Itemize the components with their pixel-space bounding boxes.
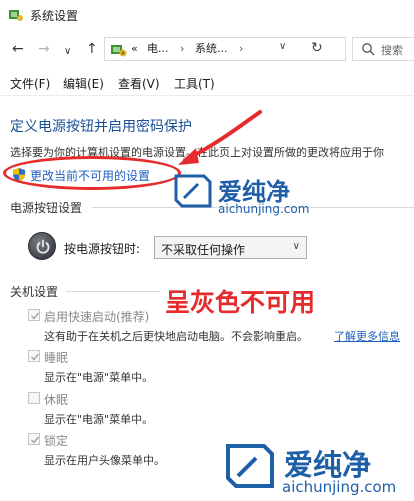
annotation-text: 呈灰色不可用 [165, 288, 316, 317]
hibernate-desc: 显示在"电源"菜单中。 [44, 413, 154, 426]
hibernate-label: 休眠 [44, 393, 69, 407]
sleep-label: 睡眠 [44, 351, 69, 365]
watermark: 爱纯净 aichunjing.com [168, 170, 318, 222]
watermark-url: aichunjing.com [282, 478, 397, 496]
lock-label: 锁定 [44, 434, 69, 448]
power-icon [28, 232, 56, 260]
checkmark-icon [31, 312, 40, 320]
watermark: 爱纯净 aichunjing.com [218, 440, 414, 498]
watermark-logo-icon [174, 174, 212, 208]
checkmark-icon [31, 436, 40, 444]
watermark-logo-icon [226, 444, 274, 488]
checkmark-icon [31, 353, 40, 361]
fast-startup-label: 启用快速启动(推荐) [44, 310, 150, 324]
power-button-label: 按电源按钮时: [64, 242, 141, 256]
power-button-section-heading: 电源按钮设置 [10, 201, 83, 215]
power-button-action-select[interactable]: 不采取任何操作 ∨ [154, 236, 307, 259]
watermark-url: aichunjing.com [218, 202, 310, 216]
learn-more-link[interactable]: 了解更多信息 [334, 328, 400, 344]
lock-desc: 显示在用户头像菜单中。 [44, 454, 165, 467]
chevron-down-icon: ∨ [292, 241, 300, 252]
fast-startup-desc: 这有助于在关机之后更快地启动电脑。不会影响重启。 [44, 330, 308, 343]
section-divider [66, 291, 160, 292]
fast-startup-checkbox[interactable] [28, 309, 40, 321]
sleep-checkbox[interactable] [28, 350, 40, 362]
sleep-desc: 显示在"电源"菜单中。 [44, 371, 154, 384]
select-value: 不采取任何操作 [161, 243, 246, 257]
lock-checkbox[interactable] [28, 433, 40, 445]
shutdown-section-heading: 关机设置 [10, 285, 59, 299]
hibernate-checkbox[interactable] [28, 392, 40, 404]
